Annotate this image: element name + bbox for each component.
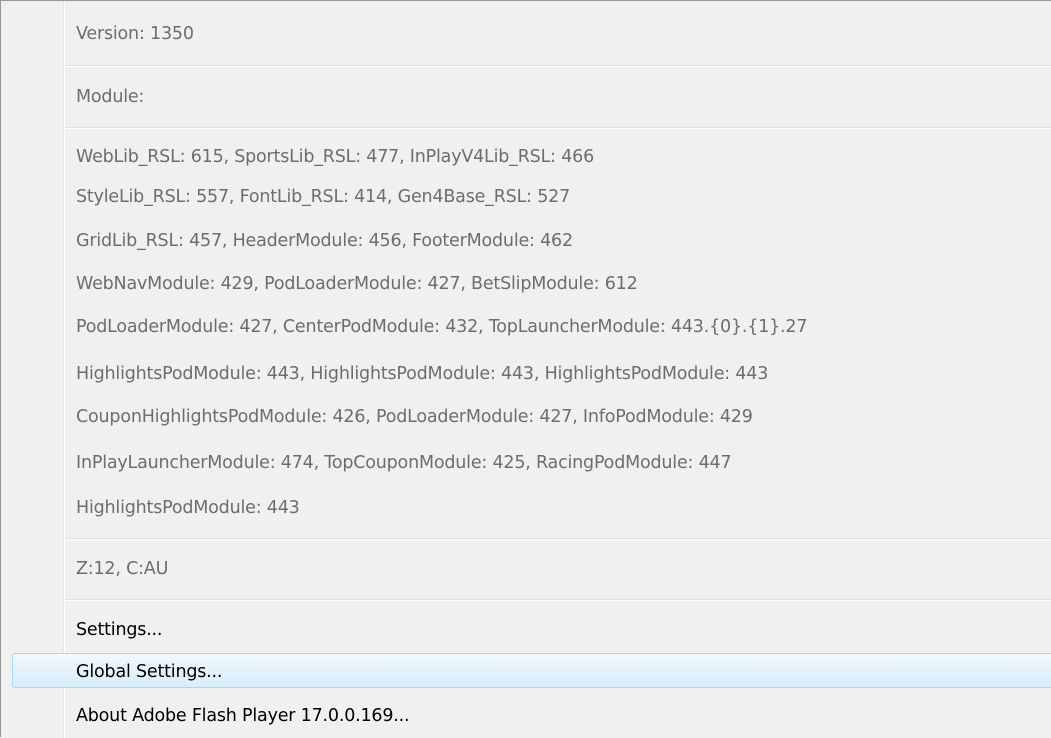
about-flash-player-menu-item[interactable]: About Adobe Flash Player 17.0.0.169... — [76, 704, 410, 728]
module-line-item: GridLib_RSL: 457, HeaderModule: 456, Foo… — [76, 231, 573, 251]
module-line-item: WebNavModule: 429, PodLoaderModule: 427,… — [76, 274, 638, 294]
flash-context-menu: Version: 1350 Module: WebLib_RSL: 615, S… — [0, 0, 1051, 738]
module-line-item: StyleLib_RSL: 557, FontLib_RSL: 414, Gen… — [76, 187, 570, 207]
module-line-item: HighlightsPodModule: 443 — [76, 498, 300, 518]
module-line-item: HighlightsPodModule: 443, HighlightsPodM… — [76, 364, 769, 384]
version-item: Version: 1350 — [76, 24, 194, 44]
module-line-item: InPlayLauncherModule: 474, TopCouponModu… — [76, 453, 732, 473]
menu-separator — [65, 127, 1051, 129]
module-header-item: Module: — [76, 87, 145, 107]
settings-menu-item[interactable]: Settings... — [76, 618, 162, 642]
zone-country-item: Z:12, C:AU — [76, 559, 169, 579]
menu-separator — [65, 65, 1051, 67]
module-line-item: WebLib_RSL: 615, SportsLib_RSL: 477, InP… — [76, 147, 595, 167]
menu-gutter-divider-highlight — [64, 1, 65, 738]
module-line-item: PodLoaderModule: 427, CenterPodModule: 4… — [76, 317, 808, 337]
menu-separator — [65, 599, 1051, 601]
global-settings-menu-item[interactable]: Global Settings... — [76, 660, 222, 684]
menu-separator — [65, 538, 1051, 540]
module-line-item: CouponHighlightsPodModule: 426, PodLoade… — [76, 407, 753, 427]
